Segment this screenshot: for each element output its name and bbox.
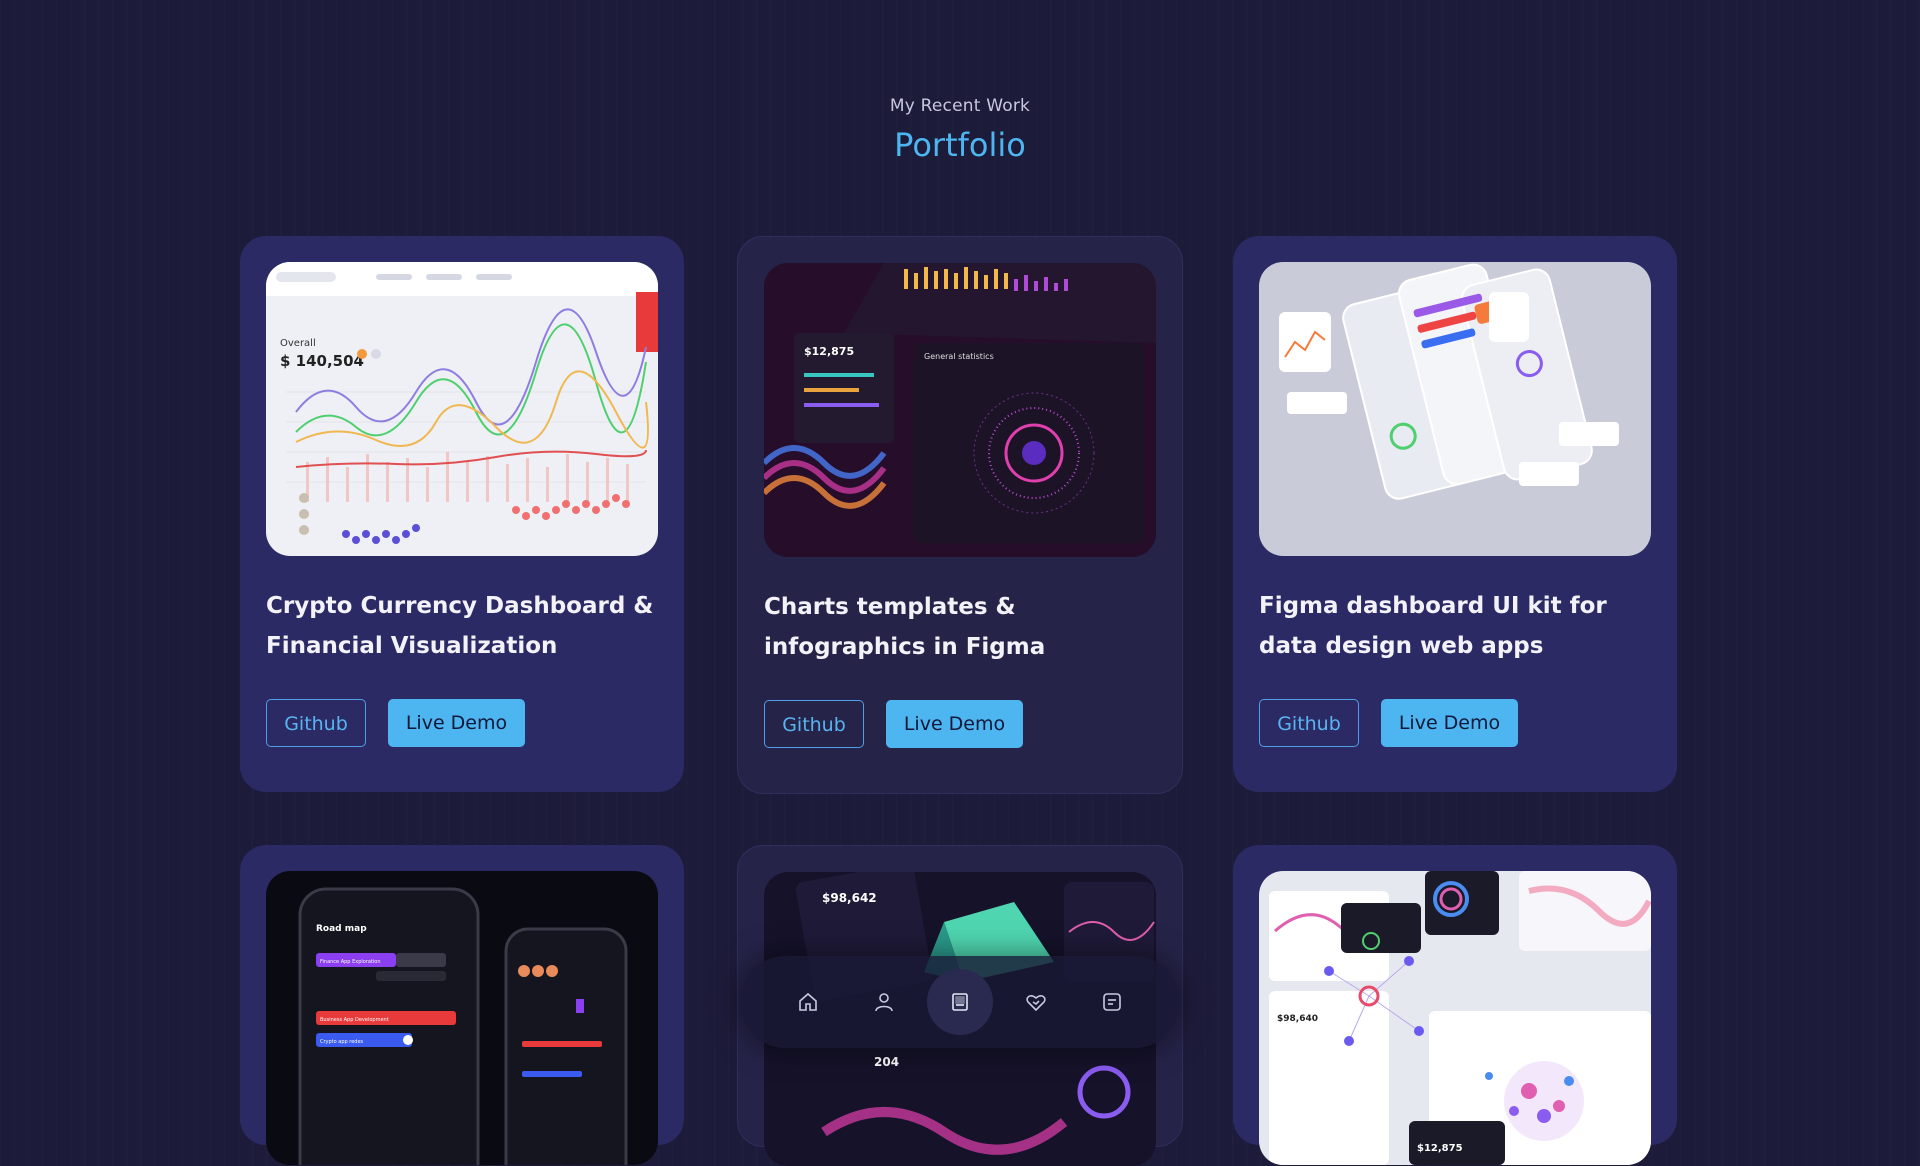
project-card-charts: $12,875 General statistics Charts templa…: [737, 236, 1183, 794]
section-subtitle: My Recent Work: [889, 96, 1031, 116]
project-image-figma-kit: [1259, 262, 1651, 556]
svg-text:$ 140,504: $ 140,504: [280, 352, 364, 370]
svg-text:Road map: Road map: [316, 924, 367, 934]
svg-text:$98,642: $98,642: [822, 891, 877, 905]
svg-text:General statistics: General statistics: [924, 352, 994, 361]
svg-text:$12,875: $12,875: [804, 345, 854, 358]
svg-text:$12,875: $12,875: [1417, 1143, 1463, 1154]
nav-contact[interactable]: [1079, 969, 1145, 1035]
contact-icon: [1103, 993, 1121, 1011]
project-image-light-dashboard: $98,640 $12,875: [1259, 871, 1651, 1165]
nav-portfolio[interactable]: [927, 969, 993, 1035]
project-image-crypto: Overall $ 140,504: [266, 262, 658, 556]
project-title: Charts templates & infographics in Figma: [764, 594, 1046, 660]
live-demo-button[interactable]: Live Demo: [886, 700, 1023, 748]
svg-text:Business App Development: Business App Development: [320, 1017, 389, 1023]
project-card-roadmap: Road map Finance App Exploration Busines…: [240, 845, 684, 1165]
project-image-roadmap: Road map Finance App Exploration Busines…: [266, 871, 658, 1165]
section-header: My Recent Work Portfolio: [0, 96, 1920, 164]
project-image-charts: $12,875 General statistics: [764, 263, 1156, 557]
github-button[interactable]: Github: [764, 700, 864, 748]
nav-services[interactable]: [1003, 969, 1069, 1035]
bottom-navigation: [740, 956, 1180, 1048]
github-button[interactable]: Github: [1259, 699, 1359, 747]
svg-text:Crypto app redes: Crypto app redes: [320, 1039, 364, 1045]
project-card-light-dashboard: $98,640 $12,875: [1233, 845, 1677, 1165]
home-icon: [799, 992, 817, 1011]
live-demo-button[interactable]: Live Demo: [388, 699, 525, 747]
svg-text:204: 204: [874, 1055, 899, 1069]
project-card-crypto: Overall $ 140,504 Crypto Currency Dashbo…: [240, 236, 684, 792]
services-icon: [1026, 995, 1046, 1012]
nav-home[interactable]: [775, 969, 841, 1035]
project-title: Figma dashboard UI kit for data design w…: [1259, 593, 1607, 659]
svg-text:Overall: Overall: [280, 338, 316, 349]
live-demo-button[interactable]: Live Demo: [1381, 699, 1518, 747]
portfolio-icon: [952, 993, 968, 1011]
project-title: Crypto Currency Dashboard & Financial Vi…: [266, 593, 654, 659]
nav-about[interactable]: [851, 969, 917, 1035]
section-title: Portfolio: [894, 126, 1026, 164]
svg-text:Finance App Exploration: Finance App Exploration: [320, 959, 381, 965]
github-button[interactable]: Github: [266, 699, 366, 747]
project-card-figma-kit: Figma dashboard UI kit for data design w…: [1233, 236, 1677, 792]
svg-text:$98,640: $98,640: [1277, 1014, 1318, 1024]
user-icon: [875, 993, 893, 1012]
